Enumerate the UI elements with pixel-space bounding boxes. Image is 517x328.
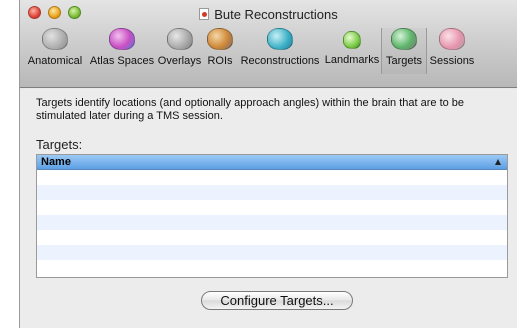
table-row[interactable] [37,260,507,275]
table-row[interactable] [37,245,507,260]
tab-rois-label: ROIs [207,55,233,67]
table-header[interactable]: Name [37,155,507,170]
targets-panel: Targets identify locations (and optional… [20,89,517,328]
tab-overlays[interactable]: Overlays [156,28,203,74]
app-window: Bute Reconstructions Anatomical Atlas Sp… [19,0,517,328]
tab-atlas-spaces-label: Atlas Spaces [89,55,155,67]
table-row[interactable] [37,230,507,245]
window-title-text: Bute Reconstructions [214,7,338,22]
brain-sessions-icon [439,28,465,50]
landmark-leaf-icon [343,31,361,49]
table-row[interactable] [37,185,507,200]
tab-landmarks-label: Landmarks [324,54,380,66]
targets-table[interactable]: Name [36,154,508,278]
sort-ascending-icon [495,159,501,165]
tab-rois[interactable]: ROIs [203,28,237,74]
tab-reconstructions[interactable]: Reconstructions [237,28,323,74]
brain-targets-icon [391,28,417,50]
tab-anatomical-label: Anatomical [27,55,83,67]
toolbar: Anatomical Atlas Spaces Overlays ROIs Re… [20,28,517,74]
brain-reconstruction-icon [267,28,293,50]
tab-atlas-spaces[interactable]: Atlas Spaces [88,28,156,74]
table-row[interactable] [37,215,507,230]
tab-targets[interactable]: Targets [381,28,427,74]
targets-description: Targets identify locations (and optional… [36,97,465,122]
tab-overlays-label: Overlays [157,55,202,67]
brain-gray-icon [42,28,68,50]
table-row[interactable] [37,200,507,215]
tab-reconstructions-label: Reconstructions [240,55,320,67]
title-bar: Bute Reconstructions Anatomical Atlas Sp… [20,0,517,88]
tab-sessions-label: Sessions [429,55,475,67]
configure-targets-button[interactable]: Configure Targets... [201,291,353,310]
tab-landmarks[interactable]: Landmarks [323,28,381,74]
column-header-name[interactable]: Name [41,156,71,168]
document-icon [199,8,210,20]
targets-heading: Targets: [36,137,83,152]
table-row[interactable] [37,170,507,185]
brain-overlay-icon [166,28,193,50]
tab-sessions[interactable]: Sessions [427,28,477,74]
brain-atlas-icon [109,28,135,50]
brain-roi-icon [207,28,233,50]
tab-targets-label: Targets [385,55,423,67]
tab-anatomical[interactable]: Anatomical [22,28,88,74]
window-title: Bute Reconstructions [20,7,517,22]
